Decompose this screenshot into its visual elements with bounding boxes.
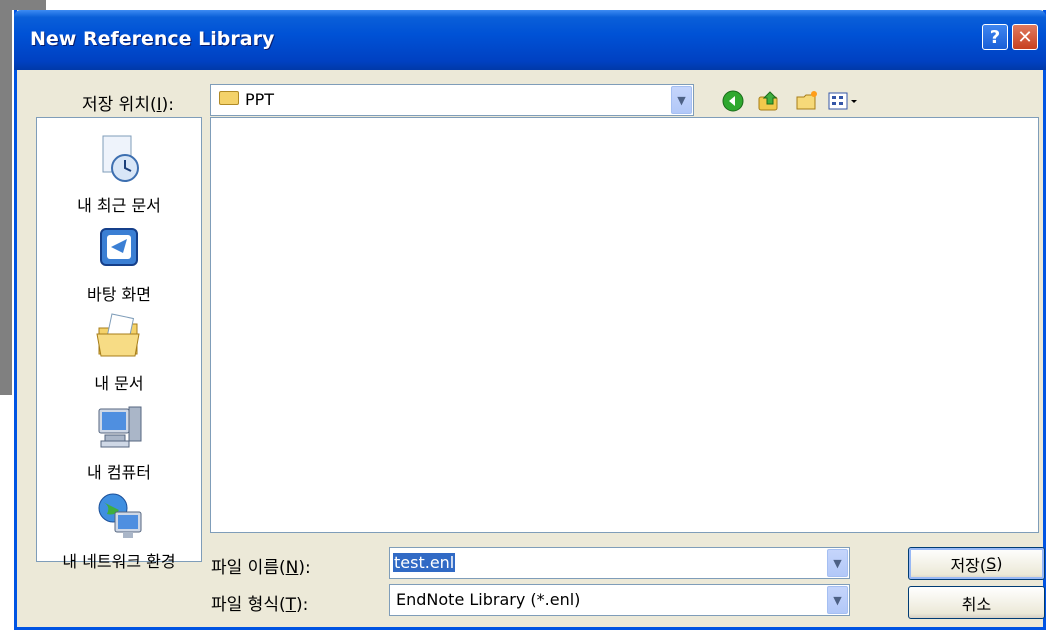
chevron-down-icon[interactable]: ▼ [671, 86, 692, 114]
chevron-down-icon[interactable]: ▼ [827, 549, 848, 577]
file-list[interactable] [210, 117, 1039, 533]
save-in-label: 저장 위치(I): [82, 95, 174, 115]
save-in-dropdown[interactable]: PPT ▼ [210, 84, 694, 116]
folder-icon [219, 91, 239, 105]
desktop-icon [93, 223, 145, 275]
up-folder-icon[interactable] [757, 89, 781, 113]
place-my-computer[interactable]: 내 컴퓨터 [37, 401, 201, 483]
help-icon: ? [989, 26, 1001, 48]
filetype-label: 파일 형식(T): [211, 595, 309, 615]
close-button[interactable]: ✕ [1012, 24, 1038, 50]
filename-input[interactable]: test.enl ▼ [389, 547, 850, 579]
help-button[interactable]: ? [982, 24, 1008, 50]
save-dialog: New Reference Library ? ✕ 저장 위치(I): PPT … [14, 10, 1046, 630]
place-label: 바탕 화면 [87, 285, 151, 304]
save-in-value: PPT [245, 90, 275, 109]
place-desktop[interactable]: 바탕 화면 [37, 223, 201, 305]
background-strip [0, 0, 12, 395]
filename-label: 파일 이름(N): [211, 558, 311, 578]
place-my-documents[interactable]: 내 문서 [37, 312, 201, 394]
window-title: New Reference Library [30, 28, 275, 50]
my-computer-icon [93, 401, 145, 453]
view-menu-icon[interactable] [827, 89, 861, 113]
recent-documents-icon [93, 134, 145, 186]
place-label: 내 컴퓨터 [87, 463, 151, 482]
filename-value: test.enl [393, 553, 456, 572]
new-folder-icon[interactable] [795, 89, 819, 113]
place-label: 내 문서 [94, 374, 144, 393]
place-network[interactable]: 내 네트워크 환경 [37, 490, 201, 572]
network-icon [93, 490, 145, 542]
filetype-value: EndNote Library (*.enl) [396, 590, 581, 609]
place-label: 내 최근 문서 [77, 196, 161, 215]
title-bar[interactable]: New Reference Library ? ✕ [14, 10, 1046, 70]
place-recent-documents[interactable]: 내 최근 문서 [37, 134, 201, 216]
filetype-dropdown[interactable]: EndNote Library (*.enl) ▼ [389, 584, 850, 616]
cancel-button[interactable]: 취소 [908, 586, 1045, 619]
background-strip-top [12, 0, 46, 10]
dialog-body: 저장 위치(I): PPT ▼ 내 최근 문서 바탕 화면 내 문서 내 컴퓨터… [17, 70, 1045, 627]
save-button[interactable]: 저장(S) [908, 547, 1045, 580]
chevron-down-icon[interactable]: ▼ [827, 586, 848, 614]
my-documents-icon [93, 312, 145, 364]
close-icon: ✕ [1017, 26, 1033, 48]
places-bar: 내 최근 문서 바탕 화면 내 문서 내 컴퓨터 내 네트워크 환경 [36, 117, 202, 571]
place-label: 내 네트워크 환경 [62, 552, 176, 571]
back-icon[interactable] [721, 89, 745, 113]
